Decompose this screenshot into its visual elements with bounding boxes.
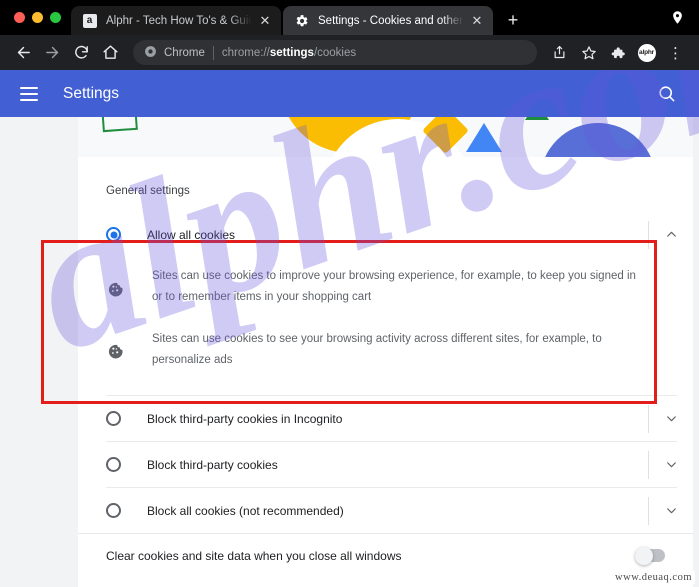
tab-title: Alphr - Tech How To's & Guides bbox=[106, 14, 253, 27]
browser-toolbar: Chrome chrome://settings/cookies alphr ⋮ bbox=[0, 35, 699, 70]
search-icon[interactable] bbox=[655, 83, 677, 105]
alphr-favicon-icon: a bbox=[82, 13, 97, 28]
browser-tab-settings[interactable]: Settings - Cookies and other si ✕ bbox=[283, 6, 493, 35]
section-heading: General settings bbox=[106, 185, 190, 197]
browser-window: a Alphr - Tech How To's & Guides ✕ Setti… bbox=[0, 0, 699, 587]
location-pin-icon[interactable] bbox=[669, 9, 686, 26]
option-label: Block third-party cookies bbox=[147, 457, 278, 472]
description-item: Sites can use cookies to see your browsi… bbox=[106, 319, 693, 382]
home-button[interactable] bbox=[97, 39, 124, 66]
settings-card: General settings Allow all cookies Sites… bbox=[78, 117, 693, 587]
extensions-puzzle-icon[interactable] bbox=[604, 39, 631, 66]
share-icon[interactable] bbox=[546, 39, 573, 66]
chrome-chip: Chrome bbox=[144, 45, 205, 61]
scroll-gutter bbox=[693, 117, 699, 587]
option-label: Block third-party cookies in Incognito bbox=[147, 411, 343, 426]
chevron-down-icon[interactable] bbox=[649, 412, 693, 425]
option-label: Allow all cookies bbox=[147, 227, 236, 242]
close-tab-icon[interactable]: ✕ bbox=[469, 13, 485, 29]
new-tab-button[interactable]: + bbox=[499, 6, 527, 34]
blue-circle-shape bbox=[540, 123, 656, 157]
clear-cookies-label: Clear cookies and site data when you clo… bbox=[106, 548, 402, 563]
profile-avatar[interactable]: alphr bbox=[633, 39, 660, 66]
cookie-options-list: Allow all cookies Sites can use cookies … bbox=[78, 213, 693, 533]
green-triangle-shape bbox=[525, 117, 549, 120]
allow-all-cookies-descriptions: Sites can use cookies to improve your br… bbox=[78, 256, 693, 381]
decorative-hero-graphics bbox=[78, 117, 693, 157]
url-bold-segment: settings bbox=[269, 46, 314, 59]
forward-button[interactable] bbox=[39, 39, 66, 66]
close-tab-icon[interactable]: ✕ bbox=[257, 13, 273, 29]
chevron-down-icon[interactable] bbox=[649, 458, 693, 471]
gear-icon bbox=[294, 13, 309, 28]
window-controls bbox=[10, 0, 71, 35]
clear-cookies-on-close-row[interactable]: Clear cookies and site data when you clo… bbox=[78, 533, 693, 577]
radio-block-third-party-incognito[interactable] bbox=[106, 411, 121, 427]
cookie-icon bbox=[106, 279, 124, 297]
zoom-window-button[interactable] bbox=[50, 12, 61, 23]
cookie-icon bbox=[106, 342, 124, 360]
blue-triangle-shape bbox=[466, 123, 502, 152]
radio-allow-all-cookies[interactable] bbox=[106, 227, 121, 242]
option-block-third-party-incognito[interactable]: Block third-party cookies in Incognito bbox=[78, 396, 693, 441]
bookmark-star-icon[interactable] bbox=[575, 39, 602, 66]
page-title: Settings bbox=[63, 84, 120, 102]
url-text: chrome://settings/cookies bbox=[222, 47, 356, 59]
option-block-third-party[interactable]: Block third-party cookies bbox=[78, 442, 693, 487]
hamburger-menu-icon[interactable] bbox=[20, 81, 46, 107]
avatar-label: alphr bbox=[637, 43, 656, 62]
back-button[interactable] bbox=[10, 39, 37, 66]
option-block-all-cookies[interactable]: Block all cookies (not recommended) bbox=[78, 488, 693, 533]
green-square-shape bbox=[101, 117, 138, 133]
page-viewport: Settings General settings Allow all cook… bbox=[0, 70, 699, 587]
reload-button[interactable] bbox=[68, 39, 95, 66]
chrome-chip-label: Chrome bbox=[164, 46, 205, 59]
description-item: Sites can use cookies to improve your br… bbox=[106, 256, 693, 319]
clear-cookies-toggle[interactable] bbox=[635, 546, 665, 565]
chrome-menu-button[interactable]: ⋮ bbox=[662, 39, 689, 66]
url-prefix: chrome:// bbox=[221, 46, 270, 59]
browser-tab-alphr[interactable]: a Alphr - Tech How To's & Guides ✕ bbox=[71, 6, 281, 35]
description-text: Sites can use cookies to see your browsi… bbox=[152, 332, 602, 366]
deuaq-watermark: www.deuaq.com bbox=[612, 571, 695, 584]
radio-block-third-party[interactable] bbox=[106, 457, 121, 473]
description-text: Sites can use cookies to improve your br… bbox=[152, 270, 636, 304]
chevron-up-icon[interactable] bbox=[649, 228, 693, 241]
settings-header-bar: Settings bbox=[0, 70, 699, 117]
close-window-button[interactable] bbox=[14, 12, 25, 23]
address-bar[interactable]: Chrome chrome://settings/cookies bbox=[133, 40, 537, 65]
omnibox-divider bbox=[212, 45, 214, 60]
chevron-down-icon[interactable] bbox=[649, 504, 693, 517]
url-suffix: /cookies bbox=[313, 46, 357, 59]
tab-title: Settings - Cookies and other si bbox=[318, 14, 465, 27]
chrome-logo-icon bbox=[144, 45, 157, 61]
option-label: Block all cookies (not recommended) bbox=[147, 503, 344, 518]
radio-block-all-cookies[interactable] bbox=[106, 503, 121, 519]
tab-strip: a Alphr - Tech How To's & Guides ✕ Setti… bbox=[0, 0, 699, 35]
option-allow-all-cookies[interactable]: Allow all cookies bbox=[78, 213, 693, 256]
minimize-window-button[interactable] bbox=[32, 12, 43, 23]
settings-content-area: General settings Allow all cookies Sites… bbox=[0, 117, 699, 587]
